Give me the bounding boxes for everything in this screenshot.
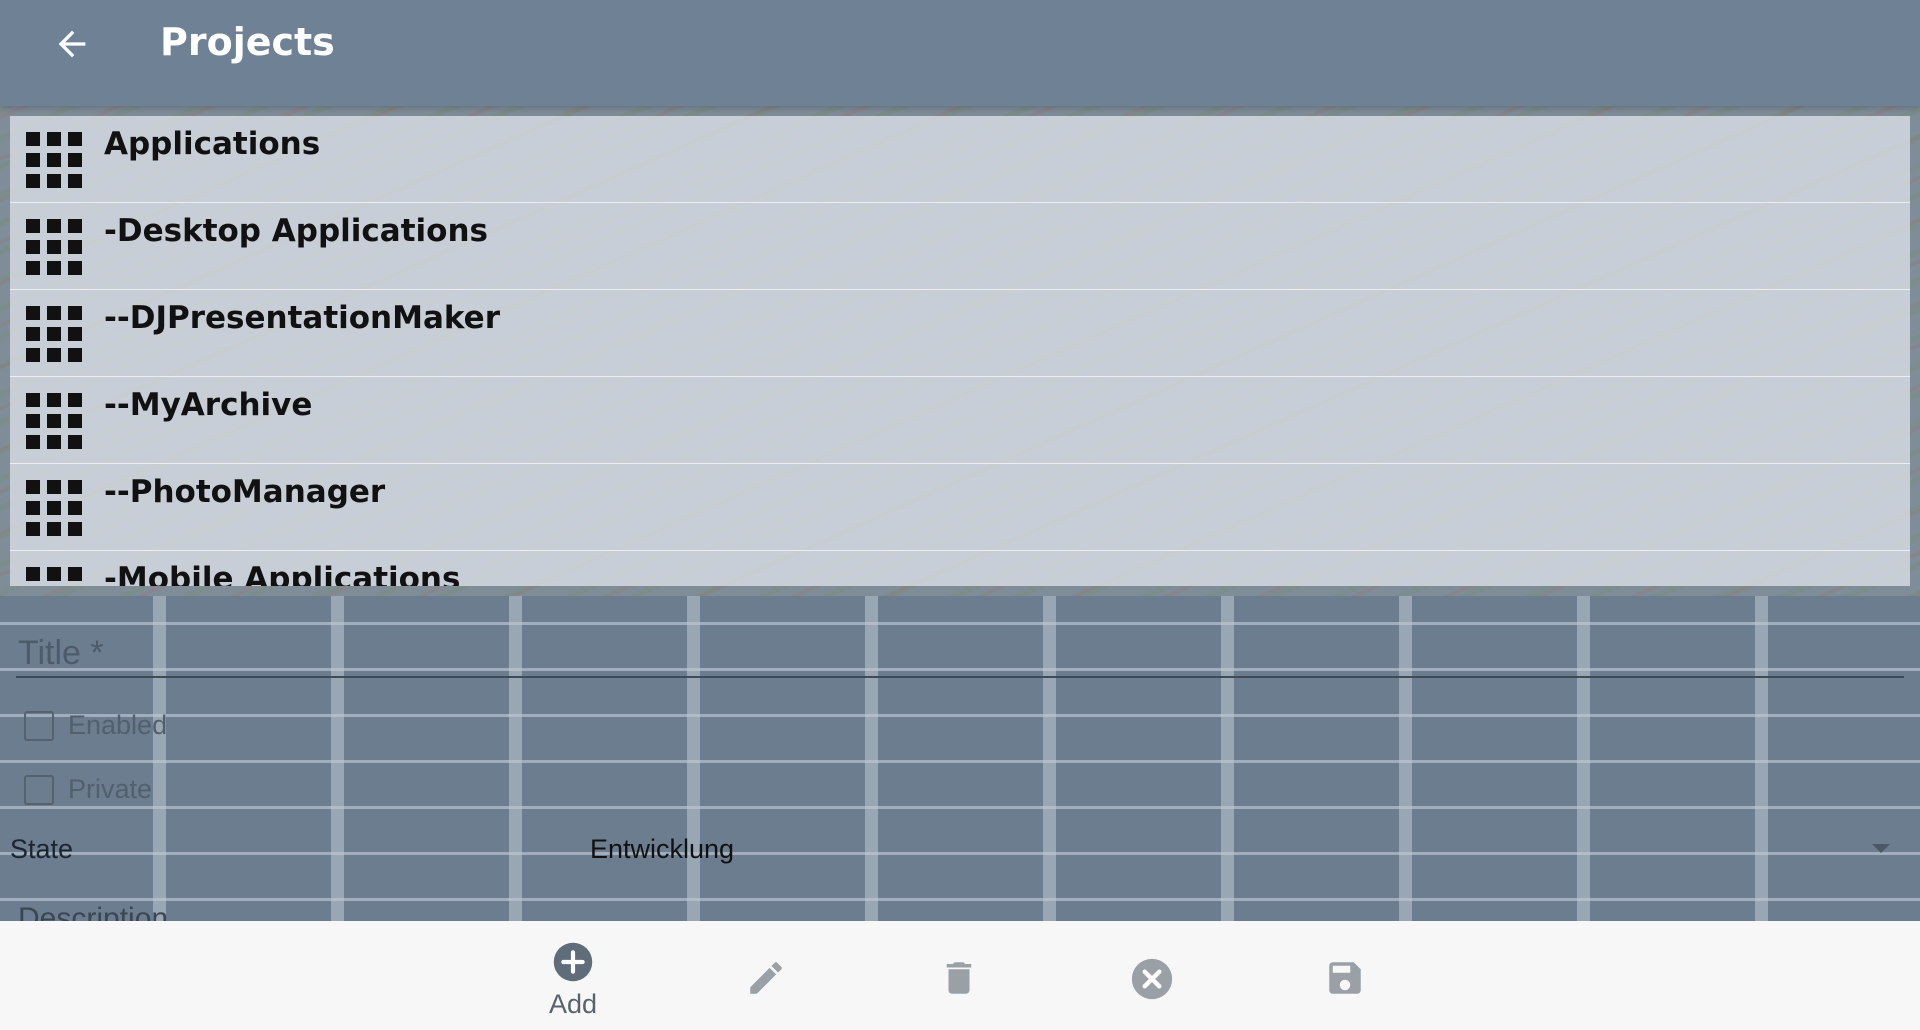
project-form: Enabled Private State Entwicklung Descri… <box>0 596 1920 921</box>
list-item[interactable]: --MyArchive <box>10 377 1910 464</box>
grid-icon <box>26 306 82 362</box>
description-label: Description <box>18 902 169 921</box>
page-title: Projects <box>160 20 335 64</box>
private-checkbox[interactable]: Private <box>24 774 152 805</box>
grid-icon <box>26 480 82 536</box>
enabled-checkbox[interactable]: Enabled <box>24 710 167 741</box>
arrow-left-icon <box>58 30 86 58</box>
list-item[interactable]: --DJPresentationMaker <box>10 290 1910 377</box>
list-item-label: Applications <box>104 126 321 162</box>
list-item[interactable]: -Desktop Applications <box>10 203 1910 290</box>
list-item-label: --DJPresentationMaker <box>104 300 500 336</box>
cancel-button[interactable] <box>1102 921 1202 1030</box>
dropdown-arrow-icon <box>1872 844 1890 853</box>
private-label: Private <box>68 774 153 804</box>
pencil-icon <box>750 962 782 994</box>
state-value: Entwicklung <box>590 834 735 864</box>
add-circle-icon <box>553 942 593 982</box>
back-button[interactable] <box>42 16 102 72</box>
list-item-label: -Desktop Applications <box>104 213 488 249</box>
floppy-disk-icon <box>1329 962 1361 994</box>
list-item[interactable]: --PhotoManager <box>10 464 1910 551</box>
trash-icon <box>946 962 972 994</box>
add-label: Add <box>548 989 598 1019</box>
list-item-label: --PhotoManager <box>104 474 386 510</box>
enabled-label: Enabled <box>68 710 168 740</box>
enabled-checkbox-box[interactable] <box>24 710 54 741</box>
list-item-label: -Mobile Applications <box>104 561 461 586</box>
grid-icon <box>26 219 82 275</box>
title-input[interactable] <box>16 630 1904 678</box>
edit-button[interactable] <box>716 921 816 1030</box>
save-button[interactable] <box>1295 921 1395 1030</box>
app-bar: Projects <box>0 0 1920 106</box>
close-circle-icon <box>1131 958 1173 1000</box>
state-dropdown[interactable]: Entwicklung <box>590 828 1890 872</box>
grid-icon <box>26 567 82 586</box>
list-item[interactable]: -Mobile Applications <box>10 551 1910 586</box>
private-checkbox-box[interactable] <box>24 774 54 805</box>
state-label: State <box>10 834 74 864</box>
list-item-label: --MyArchive <box>104 387 313 423</box>
bottom-toolbar: Add <box>0 921 1920 1030</box>
grid-icon <box>26 132 82 188</box>
grid-icon <box>26 393 82 449</box>
delete-button[interactable] <box>909 921 1009 1030</box>
project-list[interactable]: Applications -Desktop Applications --DJP… <box>10 116 1910 586</box>
list-item[interactable]: Applications <box>10 116 1910 203</box>
add-button[interactable]: Add <box>523 921 623 1030</box>
